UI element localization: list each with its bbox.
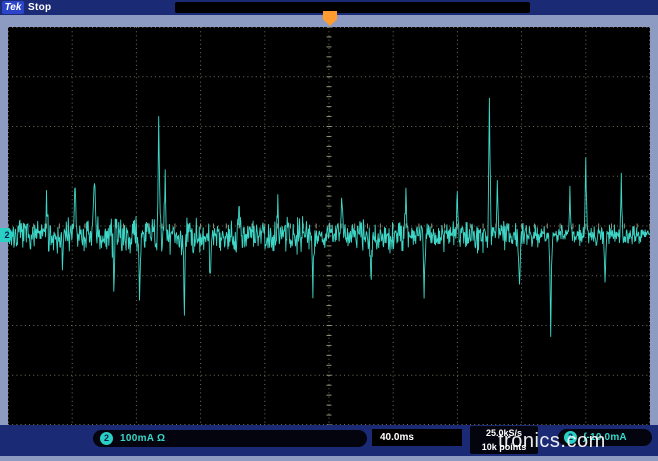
waveform-trace	[8, 98, 650, 337]
tek-logo: Tek	[2, 1, 24, 14]
scope-display	[8, 27, 650, 425]
oscilloscope-frame: Tek Stop 2 2 100mA Ω 40.0ms 25.0kS/s 10k…	[0, 0, 658, 461]
menu-readout-bar	[175, 2, 530, 13]
channel2-scale: 100mA Ω	[120, 432, 165, 445]
channel2-readout: 2 100mA Ω	[93, 430, 367, 447]
watermark: tronics.com	[498, 430, 606, 453]
trigger-position-marker-icon	[323, 11, 337, 26]
acquisition-status: Stop	[28, 1, 51, 14]
channel2-badge: 2	[100, 432, 113, 445]
horizontal-scale-readout: 40.0ms	[372, 429, 462, 446]
graticule-and-trace	[8, 27, 650, 425]
